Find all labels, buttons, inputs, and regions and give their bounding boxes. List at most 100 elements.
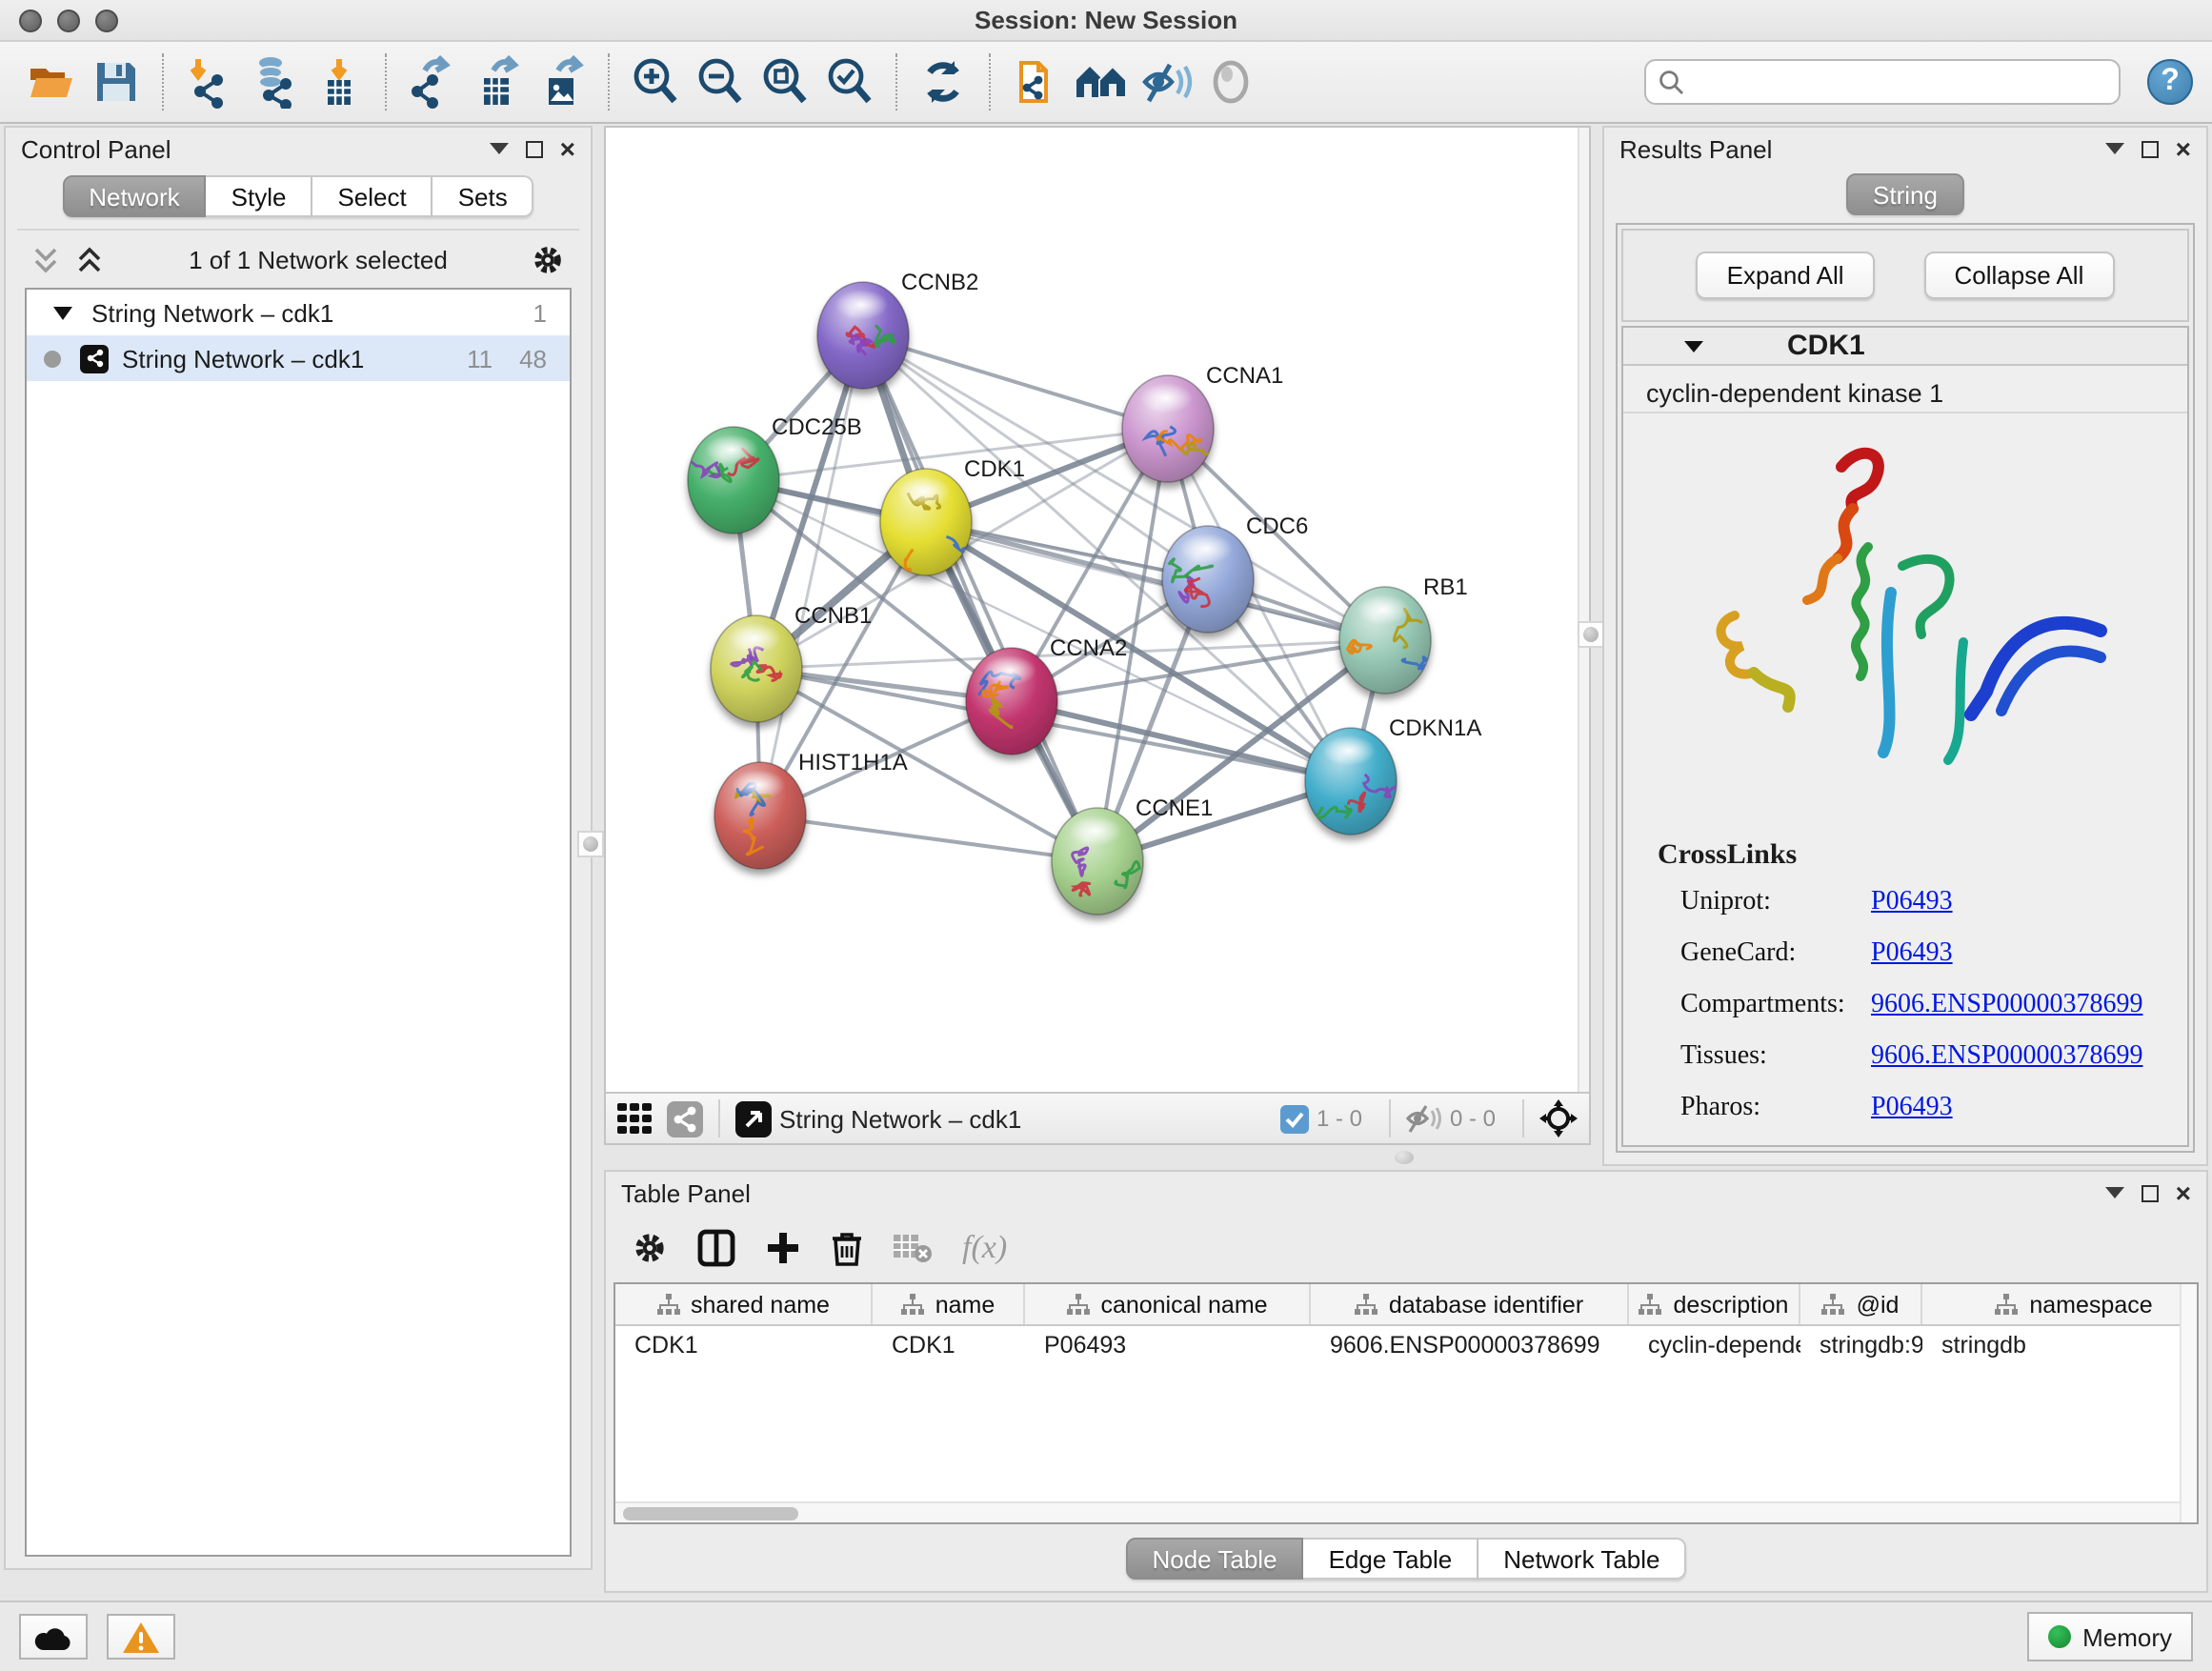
tab-sets[interactable]: Sets: [433, 175, 534, 217]
tab-node-table[interactable]: Node Table: [1125, 1538, 1303, 1580]
control-panel-menu-icon[interactable]: [490, 143, 509, 154]
show-hidden-button[interactable]: [1198, 50, 1263, 114]
results-panel-close-icon[interactable]: ×: [2176, 139, 2191, 158]
node-RB1[interactable]: [1339, 587, 1434, 694]
edge-CCNB2-HIST1H1A[interactable]: [760, 335, 863, 815]
table-panel-menu-icon[interactable]: [2105, 1187, 2124, 1198]
share-document-button[interactable]: [1004, 50, 1069, 114]
edge-CDK1-RB1[interactable]: [926, 522, 1385, 640]
column-header-description[interactable]: description: [1629, 1284, 1800, 1324]
node-CDC6[interactable]: [1162, 526, 1254, 633]
tissues-link[interactable]: 9606.ENSP00000378699: [1871, 1042, 2142, 1073]
compartments-link[interactable]: 9606.ENSP00000378699: [1871, 991, 2142, 1021]
expand-all-icon[interactable]: [76, 245, 105, 273]
selected-nodes-checkbox-icon[interactable]: [1280, 1104, 1309, 1133]
edge-CCNB2-CCNA1[interactable]: [863, 335, 1168, 429]
results-panel-menu-icon[interactable]: [2105, 143, 2124, 154]
search-input[interactable]: [1684, 69, 2107, 95]
refresh-button[interactable]: [911, 50, 975, 114]
memory-button[interactable]: Memory: [2027, 1612, 2193, 1661]
hidden-elements-icon[interactable]: [1406, 1103, 1442, 1134]
network-canvas[interactable]: CCNB2CCNA1CDC25BCDK1CDC6RB1CCNB1CCNA2CDK…: [606, 128, 1589, 1094]
collapse-all-icon[interactable]: [32, 245, 61, 273]
edge-CCNA2-CDKN1A[interactable]: [1012, 701, 1351, 781]
collapse-all-button[interactable]: Collapse All: [1924, 252, 2115, 299]
table-vertical-scrollbar[interactable]: [2180, 1284, 2197, 1522]
zoom-out-button[interactable]: [688, 50, 753, 114]
node-CDC25B[interactable]: [686, 427, 779, 534]
delete-table-button[interactable]: [894, 1233, 932, 1263]
tab-network[interactable]: Network: [62, 175, 206, 217]
left-splitter-handle[interactable]: [577, 831, 604, 857]
function-builder-button[interactable]: f(x): [962, 1229, 1007, 1267]
import-network-file-button[interactable]: [177, 50, 242, 114]
tab-string[interactable]: String: [1846, 173, 1964, 215]
open-session-button[interactable]: [19, 50, 84, 114]
cdk1-expander-icon[interactable]: [1684, 340, 1703, 352]
node-CDKN1A[interactable]: [1305, 728, 1397, 835]
crosslinks-heading: CrossLinks: [1658, 840, 2187, 873]
control-panel-float-icon[interactable]: [526, 140, 543, 157]
column-header-shared-name[interactable]: shared name: [615, 1284, 873, 1324]
cloud-status-button[interactable]: [19, 1614, 88, 1660]
export-image-button[interactable]: [530, 50, 594, 114]
warnings-button[interactable]: [107, 1614, 175, 1660]
home-button[interactable]: [1069, 50, 1134, 114]
edge-CCNB2-CCNE1[interactable]: [863, 335, 1097, 861]
help-button[interactable]: ?: [2147, 59, 2193, 105]
network-row[interactable]: String Network – cdk1 11 48: [27, 335, 570, 381]
pharos-link[interactable]: P06493: [1871, 1094, 1953, 1124]
network-options-gear-icon[interactable]: [532, 243, 564, 275]
column-header-database-identifier[interactable]: database identifier: [1311, 1284, 1629, 1324]
delete-column-button[interactable]: [831, 1230, 863, 1266]
node-CCNA2[interactable]: [966, 648, 1057, 755]
table-gear-icon: [633, 1231, 667, 1265]
table-row[interactable]: CDK1CDK1P064939606.ENSP00000378699cyclin…: [615, 1326, 2197, 1366]
node-CCNB1[interactable]: [711, 615, 802, 722]
column-header--id[interactable]: @id: [1800, 1284, 1922, 1324]
node-CCNB2[interactable]: [817, 282, 909, 389]
expand-all-button[interactable]: Expand All: [1697, 252, 1875, 299]
import-network-database-button[interactable]: [242, 50, 307, 114]
horizontal-splitter-handle[interactable]: [1395, 1151, 1414, 1164]
zoom-in-button[interactable]: [623, 50, 688, 114]
tab-network-table[interactable]: Network Table: [1478, 1538, 1686, 1580]
column-header-canonical-name[interactable]: canonical name: [1025, 1284, 1311, 1324]
table-options-button[interactable]: [633, 1231, 667, 1265]
genecard-link[interactable]: P06493: [1871, 939, 1953, 970]
zoom-selected-button[interactable]: [817, 50, 882, 114]
column-header-name[interactable]: name: [873, 1284, 1025, 1324]
fit-content-crosshair-icon[interactable]: [1539, 1099, 1578, 1137]
tab-edge-table[interactable]: Edge Table: [1304, 1538, 1479, 1580]
edge-HIST1H1A-CCNE1[interactable]: [760, 815, 1097, 861]
results-panel-float-icon[interactable]: [2142, 140, 2159, 157]
cdk1-entry-header[interactable]: CDK1: [1623, 328, 2187, 366]
import-table-button[interactable]: [307, 50, 372, 114]
export-table-button[interactable]: [465, 50, 530, 114]
export-network-button[interactable]: [400, 50, 465, 114]
hide-selected-button[interactable]: [1134, 50, 1198, 114]
birdseye-view-icon[interactable]: [735, 1100, 772, 1137]
zoom-fit-button[interactable]: [753, 50, 817, 114]
right-splitter-handle[interactable]: [1578, 621, 1604, 648]
network-status-dot: [44, 350, 61, 367]
tab-style[interactable]: Style: [207, 175, 313, 217]
scrollbar-thumb[interactable]: [623, 1507, 798, 1520]
table-panel-close-icon[interactable]: ×: [2176, 1183, 2191, 1202]
column-header-namespace[interactable]: namespace: [1922, 1284, 2199, 1324]
node-CCNE1[interactable]: [1052, 808, 1143, 915]
show-columns-button[interactable]: [697, 1229, 735, 1267]
table-panel-float-icon[interactable]: [2142, 1184, 2159, 1201]
collection-label: String Network – cdk1: [91, 298, 533, 327]
node-label-CCNE1: CCNE1: [1136, 795, 1213, 821]
tab-select[interactable]: Select: [312, 175, 432, 217]
network-collection-row[interactable]: String Network – cdk1 1: [27, 290, 570, 335]
collection-expander-icon[interactable]: [53, 306, 72, 319]
save-session-button[interactable]: [84, 50, 149, 114]
node-HIST1H1A[interactable]: [714, 762, 806, 869]
control-panel-close-icon[interactable]: ×: [560, 139, 575, 158]
share-view-icon[interactable]: [667, 1100, 703, 1137]
create-column-button[interactable]: [766, 1231, 800, 1265]
grid-view-icon[interactable]: [617, 1101, 652, 1136]
uniprot-link[interactable]: P06493: [1871, 888, 1953, 918]
